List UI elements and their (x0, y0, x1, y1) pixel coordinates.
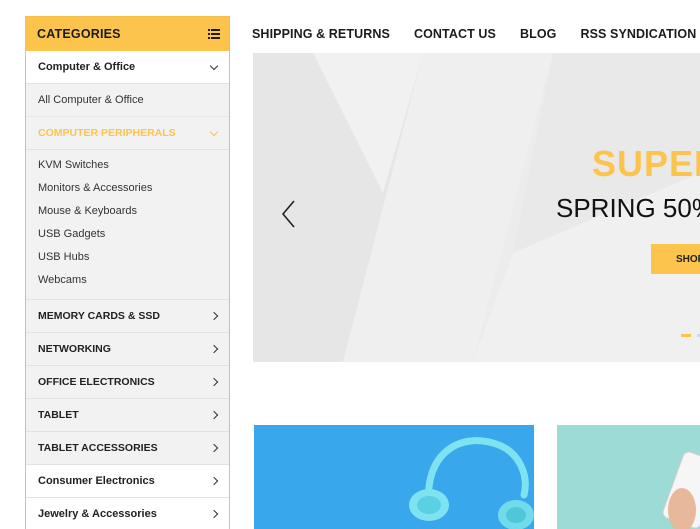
category-label: TABLET (38, 409, 79, 421)
shop-now-button[interactable]: SHOP (651, 244, 700, 274)
promo-banner-phone[interactable] (557, 425, 700, 529)
submenu-item-webcams[interactable]: Webcams (38, 272, 217, 295)
slider-dot-active[interactable] (681, 334, 691, 337)
top-navigation: SHIPPING & RETURNS CONTACT US BLOG RSS S… (252, 27, 700, 41)
submenu-item-kvm-switches[interactable]: KVM Switches (38, 157, 217, 180)
chevron-right-icon (209, 410, 219, 420)
chevron-right-icon (209, 443, 219, 453)
submenu-item-mouse-keyboards[interactable]: Mouse & Keyboards (38, 203, 217, 226)
peripherals-submenu: KVM Switches Monitors & Accessories Mous… (26, 150, 229, 300)
category-consumer-electronics[interactable]: Consumer Electronics (26, 465, 229, 498)
hero-subtitle: SPRING 50% (556, 193, 700, 223)
category-label: TABLET ACCESSORIES (38, 442, 158, 454)
category-networking[interactable]: NETWORKING (26, 333, 229, 366)
category-label: OFFICE ELECTRONICS (38, 376, 155, 388)
category-label: MEMORY CARDS & SSD (38, 310, 160, 322)
categories-header[interactable]: CATEGORIES (26, 17, 229, 51)
headphones-image (409, 437, 534, 529)
chevron-down-icon (209, 127, 219, 136)
category-memory-cards-ssd[interactable]: MEMORY CARDS & SSD (26, 300, 229, 333)
category-label: NETWORKING (38, 343, 111, 355)
chevron-down-icon (209, 61, 219, 70)
submenu-item-usb-gadgets[interactable]: USB Gadgets (38, 226, 217, 249)
subcategory-label: All Computer & Office (38, 94, 144, 106)
category-tablet-accessories[interactable]: TABLET ACCESSORIES (26, 432, 229, 465)
category-label: Jewelry & Accessories (38, 508, 157, 520)
slider-dots (681, 334, 700, 337)
category-computer-office[interactable]: Computer & Office (26, 51, 229, 84)
chevron-right-icon (209, 509, 219, 519)
hero-title: SUPER (592, 143, 700, 184)
categories-title: CATEGORIES (37, 27, 121, 41)
nav-blog[interactable]: BLOG (520, 27, 557, 41)
nav-rss-syndication[interactable]: RSS SYNDICATION (580, 27, 696, 41)
chevron-right-icon (209, 344, 219, 354)
chevron-right-icon (209, 476, 219, 486)
chevron-right-icon (209, 377, 219, 387)
chevron-right-icon (209, 311, 219, 321)
subcategory-all-computer-office[interactable]: All Computer & Office (26, 84, 229, 117)
category-office-electronics[interactable]: OFFICE ELECTRONICS (26, 366, 229, 399)
categories-sidebar: CATEGORIES Computer & Office All Compute… (25, 16, 230, 529)
promo-banner-headphones[interactable] (254, 425, 534, 529)
nav-shipping-returns[interactable]: SHIPPING & RETURNS (252, 27, 390, 41)
hero-slider: SUPER SPRING 50% SHOP (253, 53, 700, 362)
category-jewelry-accessories[interactable]: Jewelry & Accessories (26, 498, 229, 529)
submenu-item-usb-hubs[interactable]: USB Hubs (38, 249, 217, 272)
chevron-left-icon[interactable] (280, 199, 300, 229)
submenu-item-monitors-accessories[interactable]: Monitors & Accessories (38, 180, 217, 203)
category-label: Consumer Electronics (38, 475, 155, 487)
category-label: Computer & Office (38, 61, 136, 73)
nav-contact-us[interactable]: CONTACT US (414, 27, 496, 41)
list-icon[interactable] (208, 29, 220, 39)
category-tablet[interactable]: TABLET (26, 399, 229, 432)
category-computer-peripherals[interactable]: COMPUTER PERIPHERALS (26, 117, 229, 150)
category-label: COMPUTER PERIPHERALS (38, 127, 176, 139)
phone-hand-image (662, 451, 700, 529)
